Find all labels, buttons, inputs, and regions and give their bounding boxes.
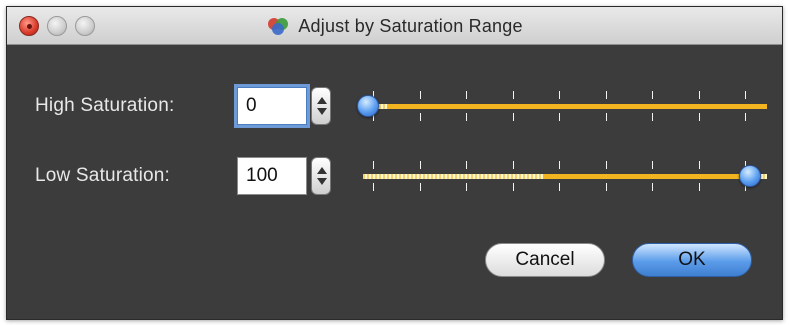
low-saturation-stepper[interactable] (311, 157, 331, 195)
low-saturation-slider[interactable] (357, 157, 767, 195)
high-saturation-track (363, 104, 767, 109)
slider-tick (605, 161, 607, 169)
high-saturation-track-fill (387, 104, 767, 109)
slider-tick (559, 113, 560, 121)
slider-tick (373, 183, 374, 191)
slider-tick (512, 113, 514, 121)
high-saturation-input[interactable]: 0 (237, 87, 307, 125)
slider-tick (559, 161, 560, 169)
low-saturation-track-fill (543, 174, 745, 179)
slider-tick (512, 161, 514, 169)
slider-tick (698, 91, 700, 99)
low-saturation-label: Low Saturation: (35, 165, 171, 186)
high-saturation-stepper[interactable] (311, 87, 331, 125)
slider-tick (419, 183, 421, 191)
window-title-text: Adjust by Saturation Range (298, 15, 523, 36)
slider-tick (745, 113, 746, 121)
slider-tick (698, 161, 700, 169)
slider-tick (605, 91, 607, 99)
slider-tick (745, 91, 746, 99)
slider-tick (605, 183, 607, 191)
slider-tick (419, 91, 421, 99)
slider-tick (559, 183, 560, 191)
slider-tick (373, 161, 374, 169)
slider-tick (652, 183, 653, 191)
slider-tick (466, 113, 467, 121)
color-wheel-icon (266, 17, 292, 35)
low-saturation-input[interactable]: 100 (237, 157, 307, 195)
slider-tick (419, 113, 421, 121)
slider-tick (698, 113, 700, 121)
slider-tick (652, 113, 653, 121)
slider-tick (652, 161, 653, 169)
slider-tick (652, 91, 653, 99)
high-saturation-thumb[interactable] (357, 95, 379, 117)
slider-tick (512, 183, 514, 191)
slider-tick (559, 91, 560, 99)
window-title: Adjust by Saturation Range (7, 7, 782, 45)
low-saturation-thumb[interactable] (739, 165, 761, 187)
slider-tick (512, 91, 514, 99)
title-bar: Adjust by Saturation Range (7, 7, 782, 45)
slider-tick (698, 183, 700, 191)
low-saturation-track (363, 174, 767, 179)
slider-tick (466, 91, 467, 99)
cancel-button[interactable]: Cancel (485, 243, 605, 277)
high-saturation-label: High Saturation: (35, 95, 175, 116)
ok-button[interactable]: OK (632, 243, 752, 277)
slider-tick (605, 113, 607, 121)
slider-tick (466, 161, 467, 169)
high-saturation-slider[interactable] (357, 87, 767, 125)
dialog-window: Adjust by Saturation Range High Saturati… (6, 6, 783, 320)
slider-tick (419, 161, 421, 169)
slider-tick (466, 183, 467, 191)
